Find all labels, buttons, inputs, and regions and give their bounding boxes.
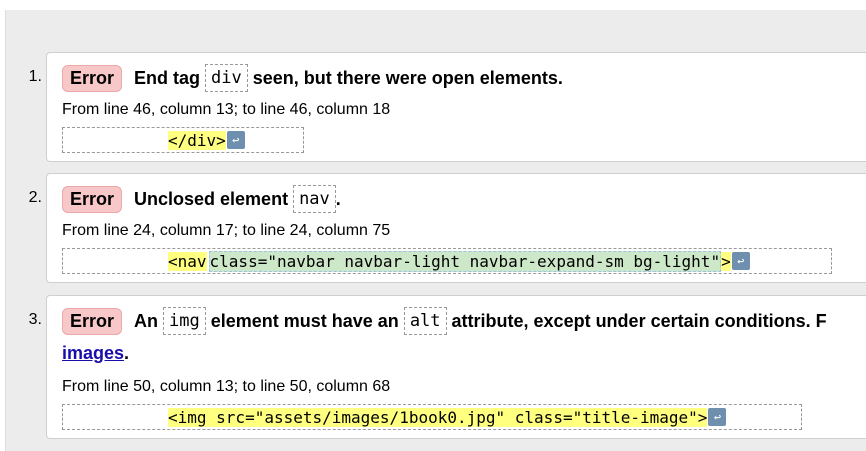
error-badge: Error	[62, 64, 123, 92]
error-message-3: Error An img element must have an alt at…	[46, 295, 866, 439]
code-chip: alt	[403, 307, 447, 335]
error-badge: Error	[62, 307, 123, 335]
extract-highlight: >	[721, 251, 731, 271]
extract-highlight: <img src="assets/images/1book0.jpg" clas…	[168, 407, 708, 427]
message-number: 2.	[28, 189, 42, 206]
location-text: From line 50, column 13; to line 50, col…	[62, 378, 391, 395]
message-text: seen, but there were open elements.	[252, 67, 563, 88]
message-text: End tag	[134, 67, 201, 88]
return-icon: ↩	[226, 131, 245, 149]
error-badge: Error	[62, 185, 123, 213]
message-text: element must have an	[210, 310, 399, 331]
code-chip: img	[163, 307, 206, 335]
message-number: 3.	[28, 311, 42, 328]
extract-highlight: <nav	[168, 251, 207, 271]
message-text: attribute, except under certain conditio…	[451, 310, 827, 331]
error-message-2: Error Unclosed element nav . From line 2…	[46, 173, 866, 283]
message-text: .	[335, 188, 341, 209]
message-text: .	[124, 343, 130, 363]
message-number: 1.	[28, 68, 42, 85]
images-link[interactable]: images	[62, 343, 124, 364]
message-heading-continued: images .	[62, 343, 129, 364]
location-text: From line 24, column 17; to line 24, col…	[62, 222, 391, 239]
message-heading: Error End tag div seen, but there were o…	[62, 64, 563, 92]
code-extract: <img src="assets/images/1book0.jpg" clas…	[62, 404, 802, 430]
return-icon: ↩	[708, 408, 727, 426]
return-icon: ↩	[731, 252, 750, 270]
code-chip: div	[205, 64, 248, 92]
message-text: Unclosed element	[134, 188, 289, 209]
extract-highlight-attribute: class="navbar navbar-light navbar-expand…	[208, 250, 722, 272]
message-heading: Error Unclosed element nav .	[62, 185, 341, 213]
extract-highlight: </div>	[168, 130, 226, 150]
code-extract: <nav class="navbar navbar-light navbar-e…	[62, 248, 832, 274]
code-chip: nav	[293, 185, 336, 213]
location-text: From line 46, column 13; to line 46, col…	[62, 101, 391, 118]
message-text: An	[134, 310, 159, 331]
message-heading: Error An img element must have an alt at…	[62, 307, 827, 335]
code-extract: </div> ↩	[62, 127, 304, 153]
error-message-1: Error End tag div seen, but there were o…	[46, 52, 866, 162]
